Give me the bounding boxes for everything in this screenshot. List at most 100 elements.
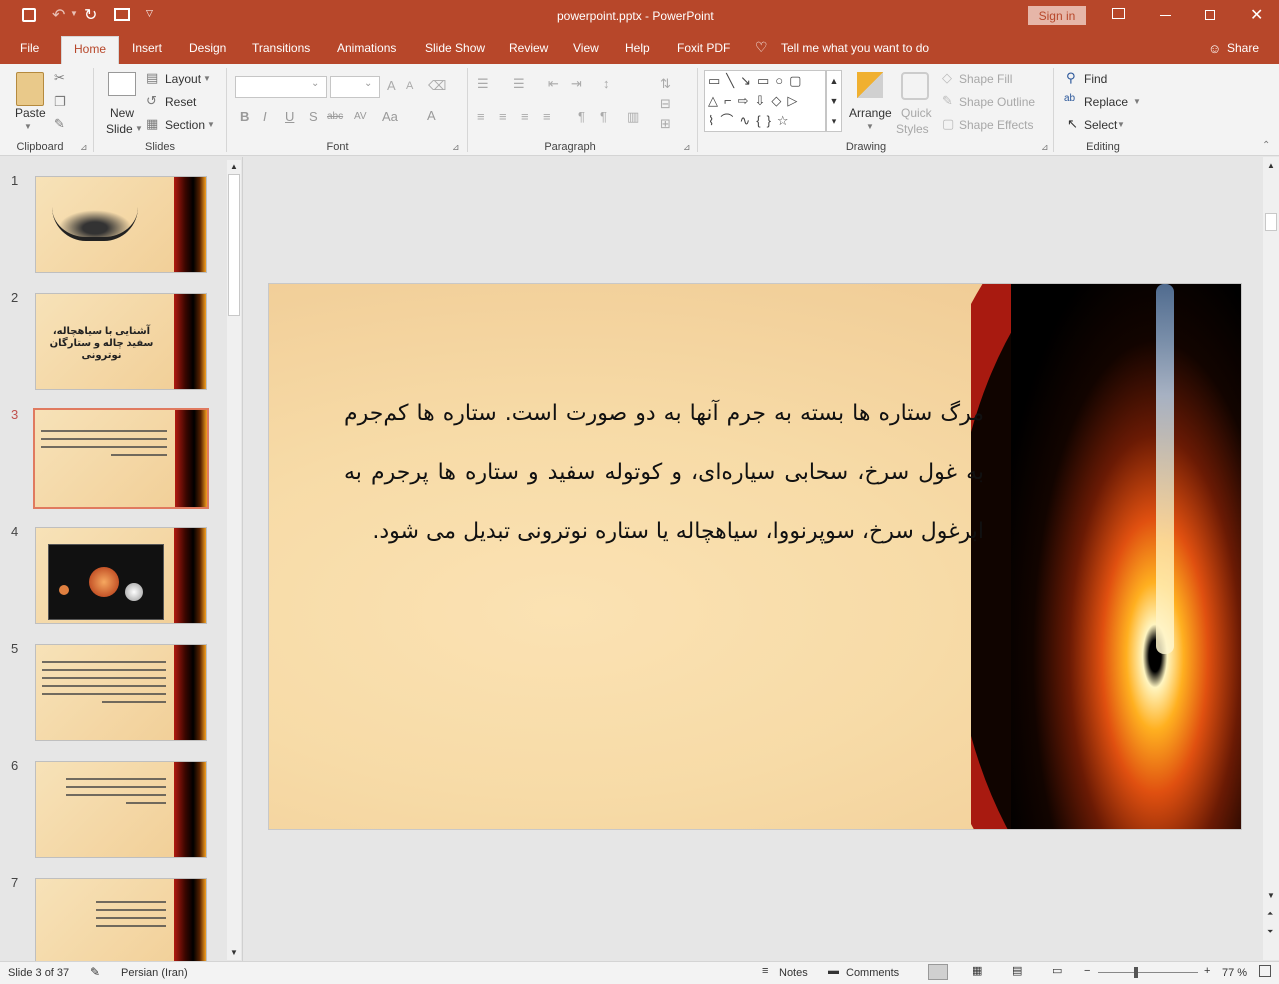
close-icon[interactable]: ✕ — [1250, 5, 1263, 25]
scroll-thumb[interactable] — [1265, 213, 1277, 231]
notes-icon[interactable]: ≡ — [762, 965, 768, 977]
numbering-icon[interactable]: ☰ — [513, 76, 525, 92]
new-slide-dropdown-icon[interactable]: ▼ — [135, 124, 143, 133]
customize-qat-icon[interactable]: ▽ — [146, 8, 153, 19]
zoom-in-icon[interactable]: + — [1204, 965, 1210, 977]
zoom-slider-thumb[interactable] — [1134, 967, 1138, 978]
paste-dropdown-icon[interactable]: ▼ — [24, 122, 32, 131]
tab-transitions[interactable]: Transitions — [252, 41, 310, 55]
reset-button[interactable]: Reset — [165, 95, 196, 109]
scroll-down-icon[interactable]: ▼ — [1267, 891, 1275, 900]
shape-fill-button[interactable]: Shape Fill — [959, 72, 1012, 86]
font-size-combo[interactable] — [330, 76, 380, 98]
bold-icon[interactable]: B — [240, 109, 249, 124]
underline-icon[interactable]: U — [285, 109, 294, 124]
ribbon-display-options-icon[interactable] — [1112, 8, 1125, 19]
columns-icon[interactable]: ▥ — [627, 109, 639, 125]
strikethrough-icon[interactable]: abc — [327, 111, 343, 122]
clear-formatting-icon[interactable]: ⌫ — [428, 78, 446, 94]
new-slide-button-line1[interactable]: New — [110, 106, 134, 120]
next-slide-icon[interactable]: ⏷ — [1267, 927, 1273, 937]
select-dropdown-icon[interactable]: ▼ — [1117, 120, 1125, 129]
zoom-slider[interactable] — [1098, 972, 1198, 973]
arrange-button[interactable]: Arrange — [849, 106, 892, 120]
notes-button[interactable]: Notes — [779, 967, 808, 979]
shape-outline-button[interactable]: Shape Outline — [959, 95, 1035, 109]
previous-slide-icon[interactable]: ⏶ — [1267, 909, 1273, 919]
section-button[interactable]: Section — [165, 118, 205, 132]
font-name-dropdown-icon[interactable]: ⌄ — [311, 78, 319, 89]
cut-icon[interactable]: ✂ — [54, 70, 65, 86]
align-text-icon[interactable]: ⊟ — [660, 96, 671, 112]
shape-effects-button[interactable]: Shape Effects — [959, 118, 1034, 132]
paste-button[interactable]: Paste — [15, 106, 46, 120]
slide-thumbnail-2[interactable]: آشنایی با سیاهچاله، سفید چاله و ستارگان … — [35, 293, 207, 390]
tab-insert[interactable]: Insert — [132, 41, 162, 55]
save-icon[interactable] — [22, 8, 36, 22]
share-person-icon[interactable]: ☺ — [1208, 41, 1221, 56]
present-icon[interactable] — [114, 8, 130, 21]
tab-help[interactable]: Help — [625, 41, 650, 55]
tab-view[interactable]: View — [573, 41, 599, 55]
new-slide-button-line2[interactable]: Slide — [106, 122, 133, 136]
clipboard-launcher-icon[interactable]: ⊿ — [80, 142, 88, 153]
arrange-icon[interactable] — [857, 72, 883, 98]
current-slide[interactable]: مرگ ستاره ها بسته به جرم آنها به دو صورت… — [268, 283, 1242, 830]
slide-sorter-icon[interactable]: ▦ — [972, 964, 982, 977]
comments-icon[interactable]: ▬ — [828, 965, 839, 977]
normal-view-icon[interactable] — [928, 964, 948, 980]
font-size-dropdown-icon[interactable]: ⌄ — [364, 78, 372, 89]
slide-body-text[interactable]: مرگ ستاره ها بسته به جرم آنها به دو صورت… — [344, 384, 984, 561]
rtl-icon[interactable]: ¶ — [578, 109, 585, 124]
change-case-icon[interactable]: Aa — [382, 109, 398, 124]
spelling-icon[interactable]: ✎ — [90, 965, 100, 979]
font-color-icon[interactable]: A — [427, 108, 436, 123]
slide-thumbnail-6[interactable] — [35, 761, 207, 858]
line-spacing-icon[interactable]: ↕ — [603, 76, 610, 91]
quick-styles-button-line2[interactable]: Styles — [896, 122, 929, 136]
redo-icon[interactable]: ↻ — [84, 5, 97, 25]
reading-view-icon[interactable]: ▤ — [1012, 964, 1022, 977]
arrange-dropdown-icon[interactable]: ▼ — [866, 122, 874, 131]
section-dropdown-icon[interactable]: ▼ — [207, 120, 215, 129]
slide-editor-scrollbar[interactable]: ▲ ▼ ⏶ ⏷ — [1263, 157, 1279, 960]
tab-review[interactable]: Review — [509, 41, 548, 55]
restore-icon[interactable] — [1205, 10, 1215, 20]
find-button[interactable]: Find — [1084, 72, 1107, 86]
slide-thumbnail-5[interactable] — [35, 644, 207, 741]
tab-foxit-pdf[interactable]: Foxit PDF — [677, 41, 730, 55]
format-painter-icon[interactable]: ✎ — [54, 116, 65, 132]
font-launcher-icon[interactable]: ⊿ — [452, 142, 460, 153]
scroll-down-icon[interactable]: ▼ — [230, 948, 238, 957]
slide-thumbnail-3[interactable] — [33, 408, 209, 509]
paste-icon[interactable] — [16, 72, 44, 106]
smartart-icon[interactable]: ⊞ — [660, 116, 671, 132]
quick-styles-button-line1[interactable]: Quick — [901, 106, 932, 120]
shadow-icon[interactable]: S — [309, 109, 318, 124]
new-slide-icon[interactable] — [108, 72, 136, 96]
fit-to-window-icon[interactable] — [1259, 965, 1271, 977]
justify-icon[interactable]: ≡ — [543, 109, 551, 124]
tab-home[interactable]: Home — [61, 36, 120, 64]
slide-show-icon[interactable]: ▭ — [1052, 964, 1062, 977]
select-button[interactable]: Select — [1084, 118, 1117, 132]
scroll-up-icon[interactable]: ▲ — [230, 162, 238, 171]
language-indicator[interactable]: Persian (Iran) — [121, 967, 188, 979]
shapes-gallery[interactable]: ▭╲↘▭○▢ △⌐⇨⇩◇▷ ⌇⌒∿{}☆ — [704, 70, 826, 132]
scroll-thumb[interactable] — [228, 174, 240, 316]
align-right-icon[interactable]: ≡ — [521, 109, 529, 124]
character-spacing-icon[interactable]: AV — [354, 111, 367, 122]
text-direction-icon[interactable]: ⇅ — [660, 76, 671, 92]
minimize-icon[interactable] — [1160, 15, 1171, 16]
collapse-ribbon-icon[interactable]: ⌃ — [1262, 140, 1270, 151]
shapes-more-icon[interactable]: ▲ ▼ ▾ — [826, 70, 842, 132]
slide-thumbnail-1[interactable] — [35, 176, 207, 273]
tab-design[interactable]: Design — [189, 41, 226, 55]
ltr-icon[interactable]: ¶ — [600, 109, 607, 124]
drawing-launcher-icon[interactable]: ⊿ — [1041, 142, 1049, 153]
layout-button[interactable]: Layout — [165, 72, 201, 86]
scroll-up-icon[interactable]: ▲ — [1267, 161, 1275, 170]
replace-button[interactable]: Replace — [1084, 95, 1128, 109]
bullets-icon[interactable]: ☰ — [477, 76, 489, 92]
zoom-level[interactable]: 77 % — [1222, 967, 1247, 979]
